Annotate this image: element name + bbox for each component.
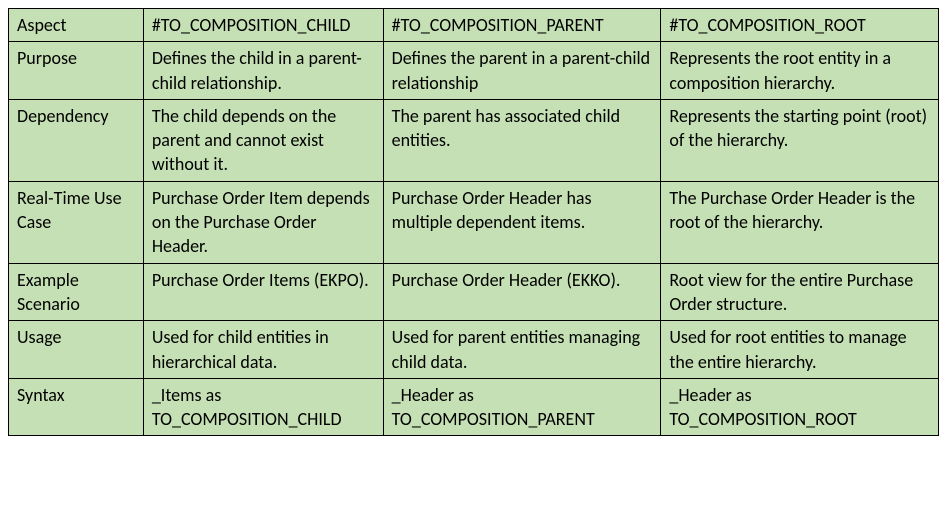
cell-parent: Defines the parent in a parent-child rel… <box>383 42 661 100</box>
cell-aspect: Purpose <box>9 42 144 100</box>
header-parent: #TO_COMPOSITION_PARENT <box>383 9 661 42</box>
header-aspect: Aspect <box>9 9 144 42</box>
table-row: Syntax _Items as TO_COMPOSITION_CHILD _H… <box>9 378 939 436</box>
cell-aspect: Example Scenario <box>9 263 144 321</box>
cell-child: Purchase Order Items (EKPO). <box>143 263 383 321</box>
cell-aspect: Syntax <box>9 378 144 436</box>
cell-child: _Items as TO_COMPOSITION_CHILD <box>143 378 383 436</box>
cell-aspect: Dependency <box>9 99 144 181</box>
comparison-table: Aspect #TO_COMPOSITION_CHILD #TO_COMPOSI… <box>8 8 939 436</box>
cell-child: The child depends on the parent and cann… <box>143 99 383 181</box>
table-row: Example Scenario Purchase Order Items (E… <box>9 263 939 321</box>
table-row: Purpose Defines the child in a parent-ch… <box>9 42 939 100</box>
cell-parent: Used for parent entities managing child … <box>383 321 661 379</box>
cell-child: Purchase Order Item depends on the Purch… <box>143 181 383 263</box>
cell-aspect: Real-Time Use Case <box>9 181 144 263</box>
cell-parent: The parent has associated child entities… <box>383 99 661 181</box>
cell-parent: _Header as TO_COMPOSITION_PARENT <box>383 378 661 436</box>
cell-parent: Purchase Order Header has multiple depen… <box>383 181 661 263</box>
table-row: Real-Time Use Case Purchase Order Item d… <box>9 181 939 263</box>
table-header-row: Aspect #TO_COMPOSITION_CHILD #TO_COMPOSI… <box>9 9 939 42</box>
cell-child: Defines the child in a parent-child rela… <box>143 42 383 100</box>
cell-root: Represents the starting point (root) of … <box>661 99 939 181</box>
table-row: Dependency The child depends on the pare… <box>9 99 939 181</box>
table-row: Usage Used for child entities in hierarc… <box>9 321 939 379</box>
header-root: #TO_COMPOSITION_ROOT <box>661 9 939 42</box>
cell-root: Root view for the entire Purchase Order … <box>661 263 939 321</box>
cell-parent: Purchase Order Header (EKKO). <box>383 263 661 321</box>
cell-child: Used for child entities in hierarchical … <box>143 321 383 379</box>
cell-aspect: Usage <box>9 321 144 379</box>
cell-root: Represents the root entity in a composit… <box>661 42 939 100</box>
cell-root: _Header as TO_COMPOSITION_ROOT <box>661 378 939 436</box>
header-child: #TO_COMPOSITION_CHILD <box>143 9 383 42</box>
cell-root: Used for root entities to manage the ent… <box>661 321 939 379</box>
cell-root: The Purchase Order Header is the root of… <box>661 181 939 263</box>
